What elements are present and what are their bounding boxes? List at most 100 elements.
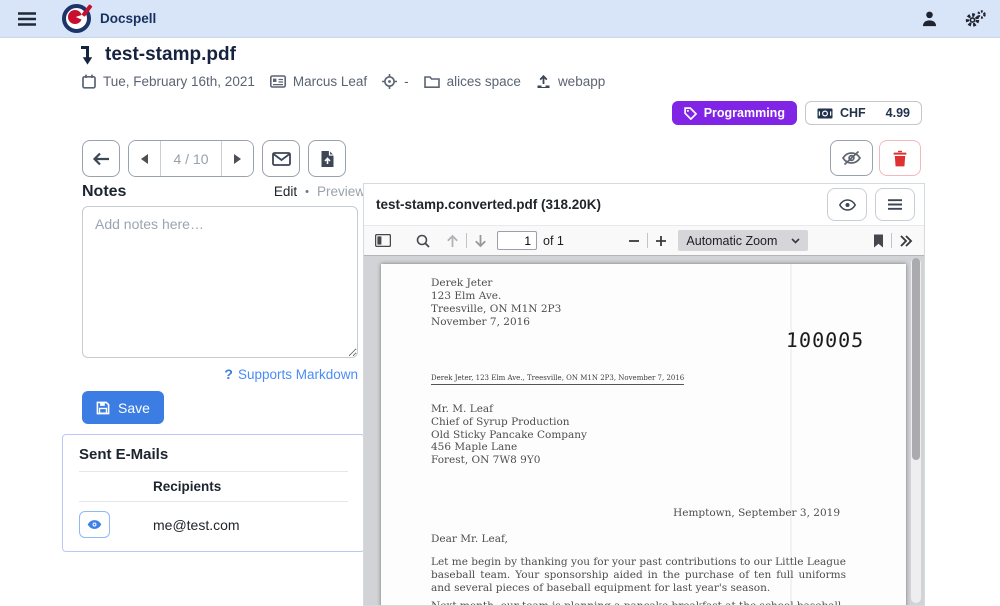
search-button[interactable] [414, 232, 432, 250]
floppy-icon [96, 401, 110, 415]
pdf-viewport[interactable]: Derek Jeter 123 Elm Ave. Treesville, ON … [364, 256, 924, 605]
docspell-app: Docspell test-stam [0, 0, 1000, 606]
tag-icon [684, 107, 697, 120]
page-number-input[interactable] [497, 231, 537, 250]
notes-heading: Notes [82, 183, 126, 201]
pdf-page: Derek Jeter 123 Elm Ave. Treesville, ON … [381, 264, 906, 605]
folder-icon [424, 75, 440, 88]
notes-edit-tab[interactable]: Edit [274, 184, 297, 199]
letter-sender-compact-line: Derek Jeter, 123 Elm Ave., Treesville, O… [431, 374, 684, 385]
tag-badge[interactable]: Programming [672, 101, 797, 125]
add-file-button[interactable] [308, 140, 346, 177]
eye-icon [839, 199, 856, 211]
letter-place-date: Hemptown, September 3, 2019 [673, 507, 840, 519]
eye-slash-icon [841, 150, 862, 166]
upload-icon [536, 75, 551, 89]
delete-item-button[interactable] [879, 140, 921, 176]
envelope-icon [272, 152, 291, 166]
item-concerning[interactable]: - [382, 74, 409, 89]
zoom-level-select[interactable]: Automatic Zoom [678, 230, 808, 251]
next-page-button[interactable] [472, 232, 489, 250]
preview-toggle-button[interactable] [827, 188, 867, 221]
item-actions-left: 4 / 10 [82, 140, 346, 177]
bookmark-icon [873, 234, 884, 248]
page-nav-group: 4 / 10 [128, 140, 254, 177]
docspell-logo-icon [62, 4, 91, 33]
level-down-icon [80, 45, 95, 66]
menu-lines-icon [888, 199, 902, 210]
item-title-row: test-stamp.pdf [80, 44, 236, 66]
zoom-in-button[interactable] [653, 233, 669, 249]
settings-menu-button[interactable] [964, 10, 986, 28]
user-menu-button[interactable] [921, 10, 938, 27]
next-item-button[interactable] [221, 141, 253, 176]
double-chevron-right-icon [899, 235, 913, 247]
save-notes-button[interactable]: Save [82, 391, 164, 424]
letter-body-paragraph: Let me begin by thanking you for your pa… [431, 556, 846, 596]
previous-page-button[interactable] [444, 232, 461, 250]
file-upload-icon [320, 150, 335, 168]
hide-item-button[interactable] [830, 140, 873, 176]
item-folder[interactable]: alices space [424, 74, 521, 89]
bookmark-button[interactable] [871, 232, 886, 250]
letter-salutation: Dear Mr. Leaf, [431, 533, 508, 545]
more-tools-button[interactable] [897, 233, 915, 249]
notes-preview-tab[interactable]: Preview [317, 184, 365, 199]
minus-icon [628, 235, 640, 247]
back-button[interactable] [82, 140, 120, 177]
pdf-header: test-stamp.converted.pdf (318.20K) [364, 184, 924, 226]
arrow-down-icon [474, 234, 487, 248]
caret-right-icon [234, 154, 241, 164]
top-navbar: Docspell [0, 0, 1000, 38]
trash-icon [893, 150, 907, 167]
email-recipient: me@test.com [153, 517, 240, 533]
sidebar-toggle-button[interactable] [373, 232, 393, 249]
arrow-up-icon [446, 234, 459, 248]
item-correspondent[interactable]: Marcus Leaf [270, 74, 367, 89]
view-email-button[interactable] [79, 511, 110, 538]
tag-row: Programming CHF 4.99 [672, 101, 922, 125]
page-count-label: of 1 [543, 234, 564, 248]
sent-emails-heading: Sent E-Mails [79, 446, 348, 472]
id-card-icon [270, 75, 286, 88]
navbar-right [921, 10, 986, 28]
plus-icon [655, 235, 667, 247]
prev-item-button[interactable] [129, 141, 161, 176]
markdown-help-link[interactable]: Supports Markdown [238, 367, 358, 382]
item-source[interactable]: webapp [536, 74, 605, 89]
banknote-icon [817, 108, 833, 119]
user-icon [921, 10, 938, 27]
calendar-icon [82, 74, 96, 89]
caret-left-icon [141, 154, 148, 164]
item-date[interactable]: Tue, February 16th, 2021 [82, 74, 255, 89]
menu-toggle-button[interactable] [14, 8, 40, 30]
pdf-menu-button[interactable] [875, 188, 915, 221]
chevron-down-icon [791, 238, 800, 244]
send-mail-button[interactable] [262, 140, 300, 177]
crosshair-icon [382, 74, 397, 89]
zoom-out-button[interactable] [626, 233, 642, 249]
pdf-viewer-panel: test-stamp.converted.pdf (318.20K) [363, 183, 925, 606]
item-meta-row: Tue, February 16th, 2021 Marcus Leaf - a… [82, 74, 605, 89]
app-brand[interactable]: Docspell [62, 4, 156, 33]
sent-email-row: me@test.com [79, 502, 348, 538]
letter-body-paragraph-partial: Next month, our team is planning a panca… [431, 600, 846, 605]
notes-input[interactable] [82, 206, 358, 358]
pdf-scrollbar[interactable] [911, 258, 921, 603]
help-icon: ? [224, 366, 233, 382]
hamburger-icon [18, 12, 36, 26]
letter-recipient-block: Mr. M. Leaf Chief of Syrup Production Ol… [431, 403, 587, 467]
pdfjs-toolbar: of 1 Automatic Zoom [364, 226, 924, 256]
amount-badge[interactable]: CHF 4.99 [805, 101, 922, 125]
document-stamp-number: 100005 [785, 328, 865, 352]
pdf-scrollbar-thumb[interactable] [912, 258, 920, 460]
page-indicator: 4 / 10 [161, 141, 221, 176]
letter-sender-block: Derek Jeter 123 Elm Ave. Treesville, ON … [431, 277, 561, 329]
item-title: test-stamp.pdf [105, 44, 236, 66]
app-title: Docspell [100, 11, 156, 26]
gears-icon [964, 10, 986, 28]
item-actions-right [830, 140, 921, 176]
pdf-file-title: test-stamp.converted.pdf (318.20K) [376, 197, 601, 212]
arrow-left-icon [92, 152, 110, 166]
sent-emails-card: Sent E-Mails Recipients me@test.com [62, 434, 365, 552]
